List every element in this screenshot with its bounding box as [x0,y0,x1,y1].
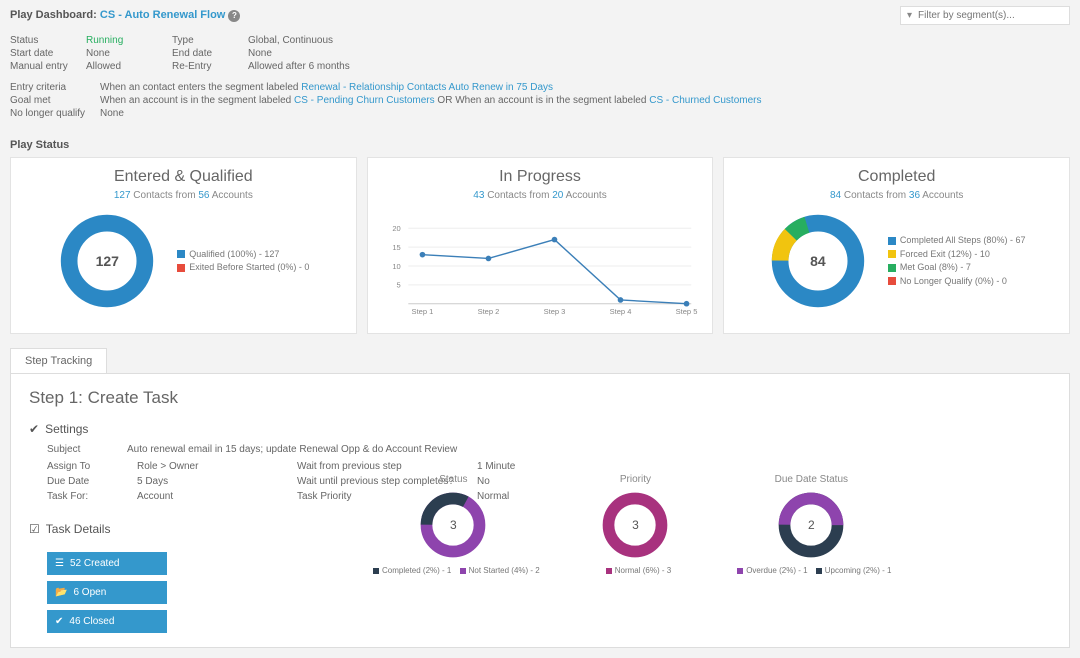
completed-legend: Completed All Steps (80%) - 67 Forced Ex… [888,234,1026,288]
mini-center: 3 [600,490,670,560]
created-button[interactable]: ☰52 Created [47,552,167,575]
page-title: Play Dashboard: CS - Auto Renewal Flow ? [10,9,240,21]
mini-chart-status: Status 3 Completed (2%) - 1 Not Started … [367,474,540,633]
folder-icon: 📂 [55,587,67,598]
wait-value: 1 Minute [477,461,557,472]
svg-text:20: 20 [392,224,400,233]
svg-text:15: 15 [392,243,400,252]
card-subcount: 43 Contacts from 20 Accounts [380,190,701,201]
mini-legend: Normal (6%) - 3 [600,566,671,575]
card-completed: Completed 84 Contacts from 36 Accounts 8… [723,157,1070,334]
play-name-link[interactable]: CS - Auto Renewal Flow [100,9,226,21]
type-label: Type [172,35,242,46]
svg-text:Step 3: Step 3 [543,307,565,316]
svg-text:5: 5 [396,281,400,290]
svg-text:Step 5: Step 5 [675,307,697,316]
open-button[interactable]: 📂6 Open [47,581,167,604]
goal-link-2[interactable]: CS - Churned Customers [649,95,761,106]
mini-chart-priority: Priority 3 Normal (6%) - 3 [600,474,671,633]
manual-label: Manual entry [10,61,80,72]
play-status-heading: Play Status [10,139,1080,151]
filter-icon: ▾ [907,10,912,21]
step-title: Step 1: Create Task [29,388,1051,408]
reentry-label: Re-Entry [172,61,242,72]
entry-segment-link[interactable]: Renewal - Relationship Contacts Auto Ren… [301,82,553,93]
inprogress-line-chart: 20 15 10 5 Step 1 Step 2 Step 3 Step 4 S… [380,211,701,321]
help-icon[interactable]: ? [228,10,240,22]
entered-legend: Qualified (100%) - 127 Exited Before Sta… [177,248,309,275]
taskfor-value: Account [137,491,287,502]
mini-legend: Completed (2%) - 1 Not Started (4%) - 2 [367,566,540,575]
card-entered-qualified: Entered & Qualified 127 Contacts from 56… [10,157,357,334]
segment-filter-input[interactable] [918,10,1058,21]
tab-step-tracking[interactable]: Step Tracking [10,348,107,373]
reentry-value: Allowed after 6 months [248,61,448,72]
entry-criteria-text: When an contact enters the segment label… [100,82,553,93]
mini-center: 2 [776,490,846,560]
status-value: Running [86,35,166,46]
svg-text:Step 4: Step 4 [609,307,631,316]
card-subcount: 84 Contacts from 36 Accounts [736,190,1057,201]
entered-donut-chart: 127 [57,211,157,311]
step-panel: Step 1: Create Task ✔ Settings Subject A… [10,373,1070,648]
segment-filter[interactable]: ▾ [900,6,1070,25]
assign-value: Role > Owner [137,461,287,472]
completed-donut-chart: 84 [768,211,868,311]
status-label: Status [10,35,80,46]
goal-link-1[interactable]: CS - Pending Churn Customers [294,95,435,106]
closed-button[interactable]: ✔46 Closed [47,610,167,633]
checkbox-icon: ☑ [29,522,40,536]
subject-label: Subject [47,444,127,455]
goal-label: Goal met [10,95,88,106]
card-title: Completed [736,168,1057,186]
play-meta: Status Running Type Global, Continuous S… [0,31,1080,131]
nolonger-label: No longer qualify [10,108,88,119]
donut-center-value: 127 [57,211,157,311]
dashboard-label: Play Dashboard: [10,9,97,21]
due-value: 5 Days [137,476,287,487]
taskfor-label: Task For: [47,491,127,502]
mini-chart-duedate: Due Date Status 2 Overdue (2%) - 1 Upcom… [731,474,891,633]
subject-value: Auto renewal email in 15 days; update Re… [127,444,1051,455]
startdate-value: None [86,48,166,59]
wait-label: Wait from previous step [297,461,467,472]
card-subcount: 127 Contacts from 56 Accounts [23,190,344,201]
list-icon: ☰ [55,558,64,569]
donut-center-value: 84 [768,211,868,311]
mini-center: 3 [418,490,488,560]
goal-text: When an account is in the segment labele… [100,95,761,106]
svg-text:10: 10 [392,262,400,271]
svg-text:Step 1: Step 1 [411,307,433,316]
check-icon: ✔ [29,422,39,436]
card-title: Entered & Qualified [23,168,344,186]
enddate-value: None [248,48,448,59]
settings-heading[interactable]: ✔ Settings [29,422,1051,436]
card-in-progress: In Progress 43 Contacts from 20 Accounts… [367,157,714,334]
due-label: Due Date [47,476,127,487]
nolonger-value: None [100,108,124,119]
check-square-icon: ✔ [55,616,63,627]
type-value: Global, Continuous [248,35,448,46]
startdate-label: Start date [10,48,80,59]
card-title: In Progress [380,168,701,186]
entry-criteria-label: Entry criteria [10,82,88,93]
enddate-label: End date [172,48,242,59]
manual-value: Allowed [86,61,166,72]
assign-label: Assign To [47,461,127,472]
svg-text:Step 2: Step 2 [477,307,499,316]
mini-legend: Overdue (2%) - 1 Upcoming (2%) - 1 [731,566,891,575]
